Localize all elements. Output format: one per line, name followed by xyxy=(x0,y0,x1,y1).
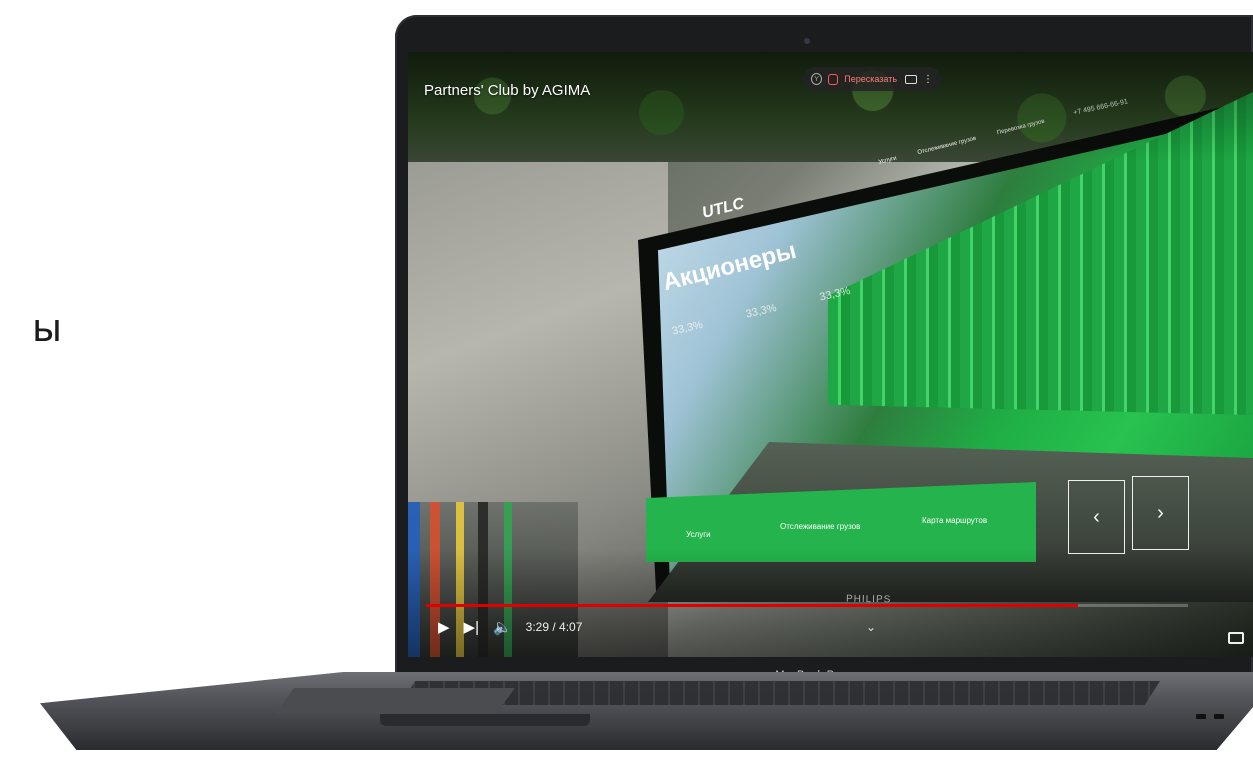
progress-fill xyxy=(426,604,1078,607)
side-text: ы xyxy=(32,306,64,350)
player-controls: ▶ ▶| 🔈 3:29 / 4:07 xyxy=(438,618,582,636)
next-icon[interactable]: ▶| xyxy=(464,618,479,636)
laptop-notch xyxy=(380,714,590,726)
laptop-ports xyxy=(1196,706,1228,724)
retell-button[interactable]: Пересказать xyxy=(844,74,897,84)
subtitles-icon[interactable] xyxy=(905,74,918,84)
progress-bar[interactable] xyxy=(426,604,1188,607)
video-title[interactable]: Partners' Club by AGIMA xyxy=(424,82,590,99)
trackpad xyxy=(275,688,515,714)
webcam-icon xyxy=(804,38,810,44)
video-player[interactable]: UTLC Акционеры 33,3% 33,3% 33,3% +7 495 … xyxy=(408,52,1253,657)
usb-port-icon xyxy=(1214,714,1225,719)
time-display: 3:29 / 4:07 xyxy=(525,620,583,634)
monitor-bottom-item: Карта маршрутов xyxy=(922,516,988,525)
more-options-icon[interactable]: ⋮ xyxy=(923,74,933,85)
chevron-down-icon[interactable]: ⌄ xyxy=(866,620,876,634)
yandex-icon[interactable]: Y xyxy=(811,73,823,85)
miniplayer-icon[interactable] xyxy=(1228,632,1244,644)
monitor-bottom-item: Услуги xyxy=(686,530,711,539)
retell-icon[interactable] xyxy=(828,73,839,85)
usb-port-icon xyxy=(1196,714,1206,719)
keyboard xyxy=(400,681,1160,705)
chevron-left-icon: ‹ xyxy=(1068,480,1125,554)
monitor-bottom-item: Отслеживание грузов xyxy=(780,522,861,531)
video-top-controls: Y Пересказать ⋮ xyxy=(803,67,941,91)
chevron-right-icon: › xyxy=(1132,476,1189,550)
play-icon[interactable]: ▶ xyxy=(438,618,450,636)
volume-icon[interactable]: 🔈 xyxy=(493,618,512,636)
